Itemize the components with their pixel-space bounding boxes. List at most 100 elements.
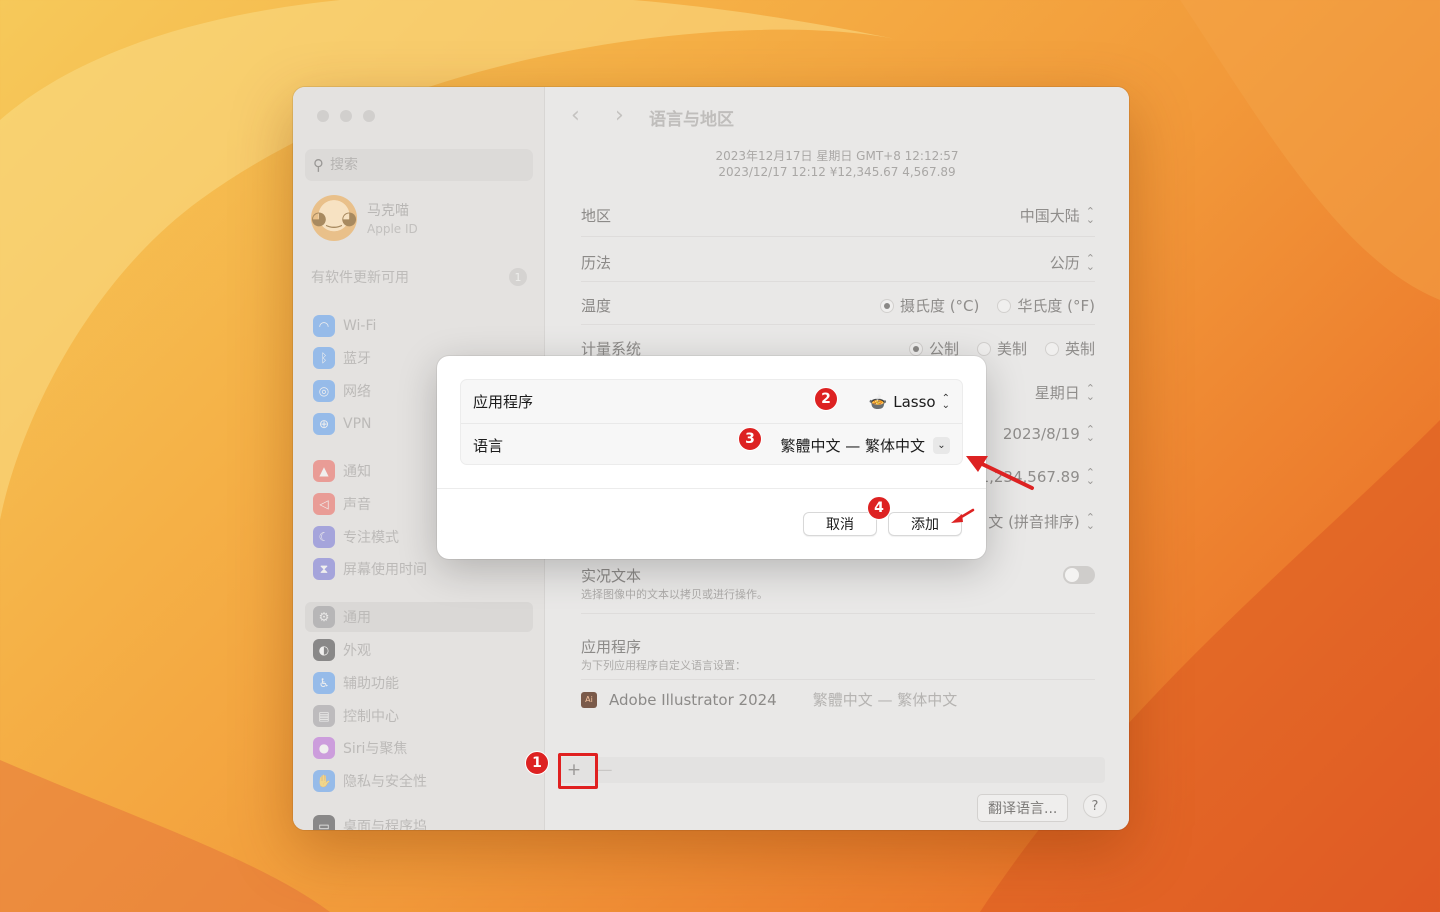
language-popup[interactable]: 繁體中文 — 繁体中文 ⌄ bbox=[780, 435, 950, 456]
region-label: 地区 bbox=[581, 207, 612, 225]
back-chevron-icon[interactable]: ‹ bbox=[571, 103, 580, 128]
sidebar-item-general[interactable]: ⚙ 通用 bbox=[305, 602, 533, 632]
dialog-app-row: 应用程序 🍲 Lasso ⌃ ⌄ bbox=[461, 380, 962, 423]
app-language: 繁體中文 — 繁体中文 bbox=[812, 691, 958, 709]
fahrenheit-radio[interactable]: 华氏度 (°F) bbox=[997, 295, 1095, 316]
up-down-chevron-icon: ⌃ ⌄ bbox=[1085, 251, 1095, 273]
vpn-icon: ⊕ bbox=[313, 413, 335, 435]
software-update-label: 有软件更新可用 bbox=[311, 270, 409, 286]
search-input[interactable] bbox=[330, 157, 510, 173]
celsius-label: 摄氏度 (°C) bbox=[899, 297, 980, 315]
apple-id-profile[interactable]: ◕‿◕ 马克喵 Apple ID bbox=[311, 195, 418, 241]
add-button[interactable]: 添加 bbox=[888, 512, 962, 536]
sidebar-item-desktop-dock[interactable]: ▭ 桌面与程序坞 bbox=[305, 811, 533, 830]
up-down-chevron-icon: ⌃ ⌄ bbox=[1085, 423, 1095, 444]
sidebar-item-appearance[interactable]: ◐ 外观 bbox=[305, 635, 533, 665]
dialog-app-label: 应用程序 bbox=[473, 393, 534, 411]
calendar-label: 历法 bbox=[581, 254, 612, 272]
first-day-value: 星期日 bbox=[1034, 384, 1080, 402]
gear-icon: ⚙ bbox=[313, 606, 335, 628]
sidebar-item-label: 桌面与程序坞 bbox=[343, 819, 427, 830]
sidebar-item-label: 通用 bbox=[343, 610, 371, 626]
sidebar-item-label: 专注模式 bbox=[343, 530, 399, 546]
sidebar-item-accessibility[interactable]: ♿ 辅助功能 bbox=[305, 668, 533, 698]
forward-chevron-icon[interactable]: › bbox=[615, 103, 624, 128]
step-marker-2: 2 bbox=[814, 387, 838, 411]
moon-icon: ☾ bbox=[313, 526, 335, 548]
appearance-icon: ◐ bbox=[313, 639, 335, 661]
sidebar-item-label: 蓝牙 bbox=[343, 351, 371, 367]
sidebar-item-label: Siri与聚焦 bbox=[343, 741, 408, 757]
date-format-value: 2023/8/19 bbox=[1002, 425, 1080, 443]
page-title: 语言与地区 bbox=[649, 110, 734, 130]
us-radio[interactable]: 美制 bbox=[976, 338, 1027, 359]
language-popup-value: 繁體中文 — 繁体中文 bbox=[780, 436, 925, 455]
date-format-popup[interactable]: 2023/8/19 ⌃ ⌄ bbox=[1002, 423, 1095, 444]
lasso-app-icon: 🍲 bbox=[868, 392, 888, 411]
region-popup[interactable]: 中国大陆 ⌃ ⌄ bbox=[1020, 205, 1095, 226]
app-language-row[interactable]: Ai Adobe Illustrator 2024 繁體中文 — 繁体中文 bbox=[581, 689, 957, 710]
sidebar-item-siri[interactable]: ● Siri与聚焦 bbox=[305, 733, 533, 763]
app-popup-value: Lasso bbox=[893, 392, 936, 411]
illustrator-app-icon: Ai bbox=[581, 691, 597, 708]
add-app-language-dialog: 应用程序 🍲 Lasso ⌃ ⌄ 语言 繁體中文 — 繁体中文 ⌄ 取消 添加 bbox=[437, 356, 986, 559]
sidebar-item-control-center[interactable]: ▤ 控制中心 bbox=[305, 701, 533, 731]
up-down-chevron-icon: ⌃ ⌄ bbox=[1085, 381, 1095, 403]
radio-selected-icon bbox=[908, 341, 923, 356]
divider bbox=[581, 236, 1095, 237]
sidebar-item-label: VPN bbox=[343, 416, 372, 432]
sidebar-item-wifi[interactable]: ◠ Wi-Fi bbox=[305, 311, 533, 341]
sidebar-item-privacy[interactable]: ✋ 隐私与安全性 bbox=[305, 766, 533, 796]
apps-section-title: 应用程序 bbox=[581, 638, 642, 656]
calendar-popup[interactable]: 公历 ⌃ ⌄ bbox=[1050, 252, 1095, 273]
dialog-form-group: 应用程序 🍲 Lasso ⌃ ⌄ 语言 繁體中文 — 繁体中文 ⌄ bbox=[460, 379, 963, 465]
sidebar-item-label: 通知 bbox=[343, 464, 371, 480]
titlebar: ‹ › 语言与地区 bbox=[545, 87, 1129, 145]
minimize-window-button[interactable] bbox=[340, 110, 352, 122]
dialog-language-row: 语言 繁體中文 — 繁体中文 ⌄ bbox=[461, 423, 962, 466]
uk-radio[interactable]: 英制 bbox=[1044, 338, 1095, 359]
list-sort-popup[interactable]: 文 (拼音排序) ⌃ ⌄ bbox=[988, 511, 1095, 532]
live-text-title: 实况文本 bbox=[581, 567, 642, 585]
translate-languages-button[interactable]: 翻译语言... bbox=[977, 794, 1069, 822]
help-button[interactable]: ? bbox=[1083, 794, 1107, 818]
close-window-button[interactable] bbox=[317, 110, 329, 122]
live-text-toggle[interactable] bbox=[1063, 566, 1095, 584]
bluetooth-icon: ᛒ bbox=[313, 347, 335, 369]
avatar: ◕‿◕ bbox=[311, 195, 357, 241]
number-format-popup[interactable]: 1,234,567.89 ⌃ ⌄ bbox=[980, 467, 1095, 486]
cancel-button[interactable]: 取消 bbox=[803, 512, 877, 536]
sidebar-item-label: 控制中心 bbox=[343, 709, 399, 725]
hourglass-icon: ⧗ bbox=[313, 558, 335, 580]
divider bbox=[581, 679, 1095, 680]
sidebar-item-label: 屏幕使用时间 bbox=[343, 562, 427, 578]
temperature-label: 温度 bbox=[581, 297, 612, 315]
step-marker-4: 4 bbox=[867, 496, 891, 520]
speaker-icon: ◁ bbox=[313, 493, 335, 515]
sidebar-item-label: Wi-Fi bbox=[343, 318, 377, 334]
window-controls bbox=[317, 110, 375, 122]
profile-name: 马克喵 bbox=[367, 203, 409, 219]
divider bbox=[581, 281, 1095, 282]
app-popup[interactable]: 🍲 Lasso ⌃ ⌄ bbox=[869, 393, 950, 411]
fahrenheit-label: 华氏度 (°F) bbox=[1017, 297, 1095, 315]
zoom-window-button[interactable] bbox=[363, 110, 375, 122]
software-update-row[interactable]: 有软件更新可用 1 bbox=[311, 267, 527, 287]
bell-icon: ▲ bbox=[313, 460, 335, 482]
radio-selected-icon bbox=[879, 298, 894, 313]
add-remove-bar: + — bbox=[559, 757, 1105, 783]
calendar-value: 公历 bbox=[1049, 254, 1080, 272]
add-button-highlight bbox=[558, 753, 598, 789]
hand-icon: ✋ bbox=[313, 770, 335, 792]
celsius-radio[interactable]: 摄氏度 (°C) bbox=[879, 295, 980, 316]
sidebar-item-label: 外观 bbox=[343, 643, 371, 659]
sidebar-search: ⚲ bbox=[305, 149, 533, 181]
date-preview-line-2: 2023/12/17 12:12 ¥12,345.67 4,567.89 bbox=[718, 165, 956, 179]
radio-unselected-icon bbox=[976, 341, 991, 356]
accessibility-icon: ♿ bbox=[313, 672, 335, 694]
region-value: 中国大陆 bbox=[1019, 207, 1080, 225]
dialog-language-label: 语言 bbox=[473, 436, 504, 455]
step-marker-1: 1 bbox=[525, 751, 549, 775]
first-day-popup[interactable]: 星期日 ⌃ ⌄ bbox=[1035, 382, 1095, 403]
wifi-icon: ◠ bbox=[313, 315, 335, 337]
